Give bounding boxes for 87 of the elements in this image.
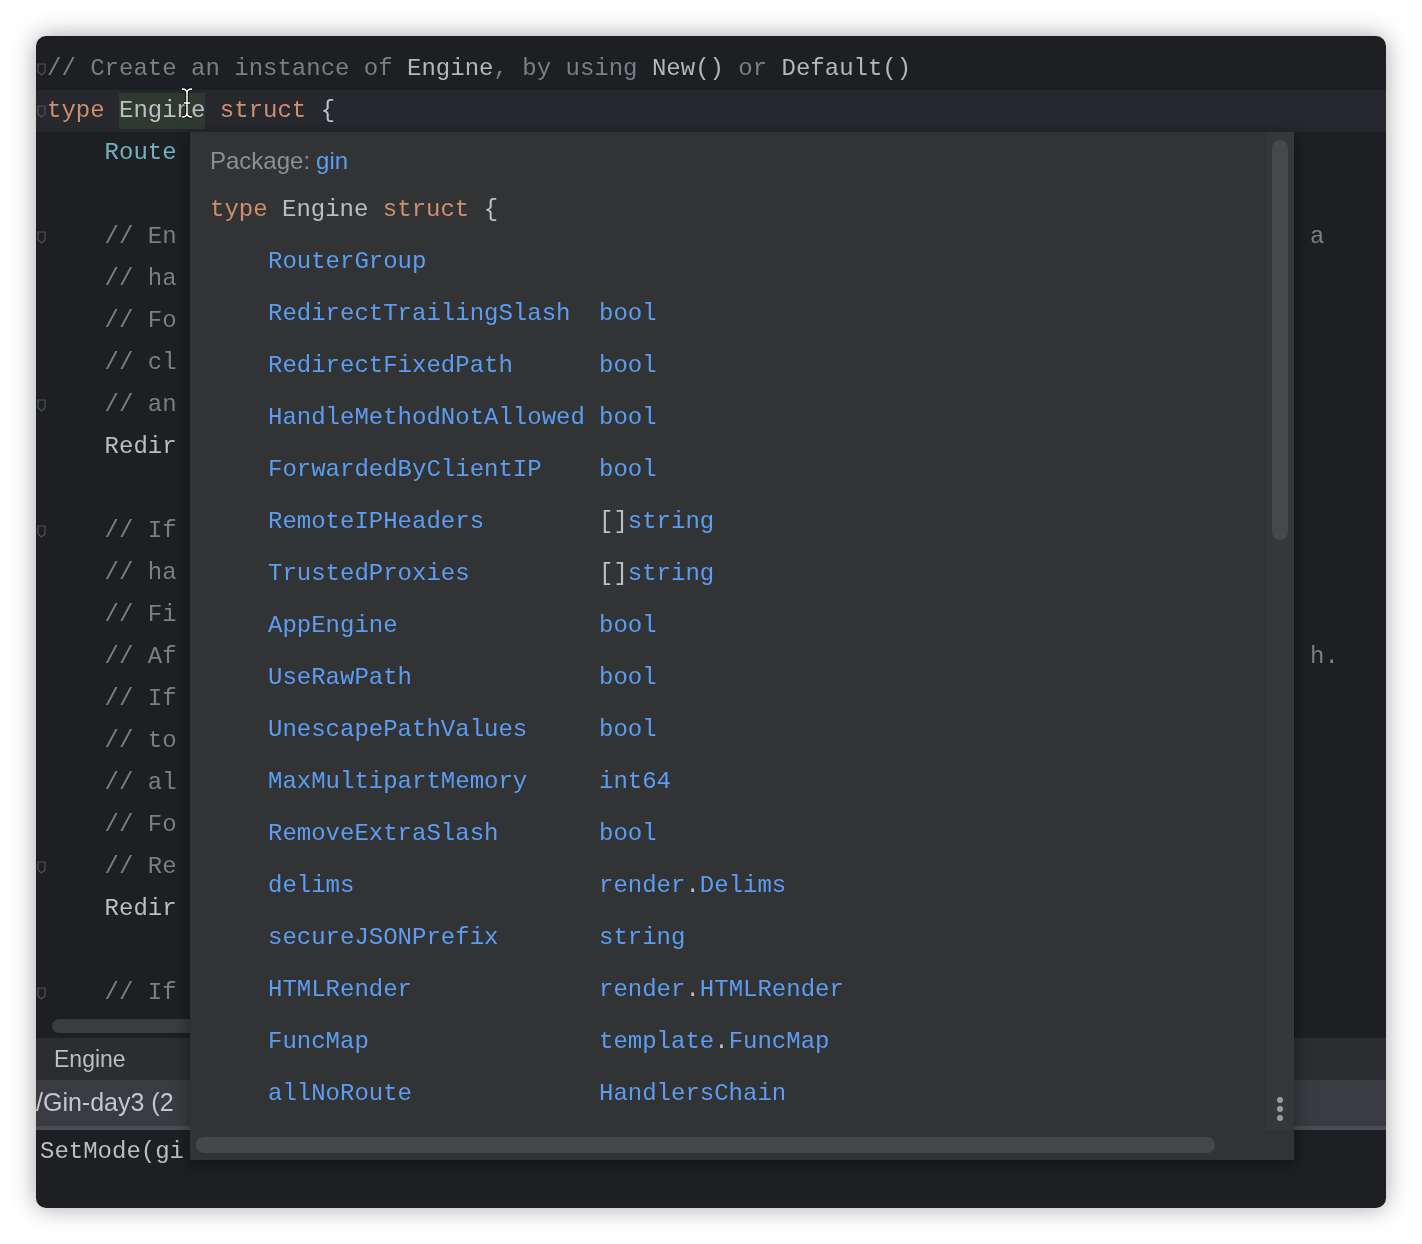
field-name: Route xyxy=(103,138,177,168)
field-name: allNoRoute xyxy=(268,1080,413,1107)
field-name: AppEngine xyxy=(268,612,398,639)
comment-text: // Fo xyxy=(103,810,177,840)
type-name: bool xyxy=(599,299,657,329)
field-name: UseRawPath xyxy=(268,664,413,691)
more-options-icon[interactable] xyxy=(1276,1096,1284,1122)
code-text: { xyxy=(319,96,336,126)
field-name: RedirectTrailingSlash xyxy=(268,300,571,327)
package-link[interactable]: gin xyxy=(316,143,349,179)
code-text: Engine xyxy=(281,195,370,225)
type-name: FuncMap xyxy=(728,1027,830,1057)
comment-text: // Fo xyxy=(103,306,177,336)
comment-text: or xyxy=(737,54,769,84)
comment-text: a xyxy=(1310,223,1325,250)
comment-text: // En xyxy=(103,222,177,252)
breadcrumb-item[interactable]: Engine xyxy=(54,1041,126,1077)
fold-icon[interactable] xyxy=(37,230,46,244)
type-name: HandlersChain xyxy=(599,1079,787,1109)
type-name: HTMLRender xyxy=(699,975,844,1005)
type-name: bool xyxy=(599,403,657,433)
field-name: RemoteIPHeaders xyxy=(268,508,485,535)
fold-icon[interactable] xyxy=(37,62,46,76)
field-name: RouterGroup xyxy=(268,248,427,275)
fold-icon[interactable] xyxy=(37,524,46,538)
comment-text: , by using xyxy=(493,54,639,84)
comment-text: // to xyxy=(103,726,177,756)
field-name: RedirectFixedPath xyxy=(268,352,513,379)
type-name: bool xyxy=(599,351,657,381)
code-text: { xyxy=(482,195,499,225)
field-name: RemoveExtraSlash xyxy=(268,820,499,847)
fold-icon[interactable] xyxy=(37,986,46,1000)
punctuation: . xyxy=(685,975,700,1005)
field-name: secureJSONPrefix xyxy=(268,924,499,951)
comment-reference: Engine xyxy=(407,54,494,84)
type-name: bool xyxy=(599,819,657,849)
field-name: ForwardedByClientIP xyxy=(268,456,542,483)
comment-text: // If xyxy=(103,684,177,714)
code-text: Redir xyxy=(103,894,177,924)
field-name: HandleMethodNotAllowed xyxy=(268,404,585,431)
type-name: bool xyxy=(599,611,657,641)
type-name: render xyxy=(599,975,686,1005)
keyword: type xyxy=(47,96,106,126)
code-text: SetMode(gi xyxy=(40,1137,185,1167)
comment-reference: Default() xyxy=(781,54,912,84)
code-text: Redir xyxy=(103,432,177,462)
file-tab[interactable]: /Gin-day3 (2 xyxy=(36,1084,174,1122)
type-name: Delims xyxy=(699,871,787,901)
field-name: MaxMultipartMemory xyxy=(268,768,528,795)
comment-text: // ha xyxy=(103,264,177,294)
comment-text: // Af xyxy=(103,642,177,672)
type-name: template xyxy=(599,1027,715,1057)
comment-text: // an xyxy=(103,390,177,420)
punctuation: . xyxy=(714,1027,729,1057)
comment-text: // If xyxy=(103,516,177,546)
punctuation: [] xyxy=(599,559,628,589)
type-name: bool xyxy=(599,715,657,745)
keyword: type xyxy=(210,195,268,225)
keyword: struct xyxy=(218,96,307,126)
type-name: string xyxy=(627,559,715,589)
comment-text: // cl xyxy=(103,348,177,378)
comment-text: h. xyxy=(1310,643,1339,670)
type-name: int64 xyxy=(599,767,671,797)
keyword: struct xyxy=(382,195,470,225)
field-name: FuncMap xyxy=(268,1028,369,1055)
field-name: delims xyxy=(268,872,355,899)
fold-icon[interactable] xyxy=(37,860,46,874)
comment-reference: New() xyxy=(651,54,724,84)
fold-icon[interactable] xyxy=(37,398,46,412)
comment-text: // ha xyxy=(103,558,177,588)
field-name: UnescapePathValues xyxy=(268,716,528,743)
comment-text: // Create an instance of xyxy=(47,54,394,84)
type-name: bool xyxy=(599,455,657,485)
type-name: string xyxy=(599,923,686,953)
package-label: Package: xyxy=(210,146,311,176)
fold-icon[interactable] xyxy=(37,104,46,118)
comment-text: // If xyxy=(103,978,177,1008)
punctuation: . xyxy=(685,871,700,901)
type-name: bool xyxy=(599,663,657,693)
punctuation: [] xyxy=(599,507,628,537)
comment-text: // Re xyxy=(103,852,177,882)
field-name: TrustedProxies xyxy=(268,560,470,587)
type-name: string xyxy=(627,507,715,537)
field-name: HTMLRender xyxy=(268,976,413,1003)
comment-text: // al xyxy=(103,768,177,798)
type-name: render xyxy=(599,871,686,901)
comment-text: // Fi xyxy=(103,600,177,630)
